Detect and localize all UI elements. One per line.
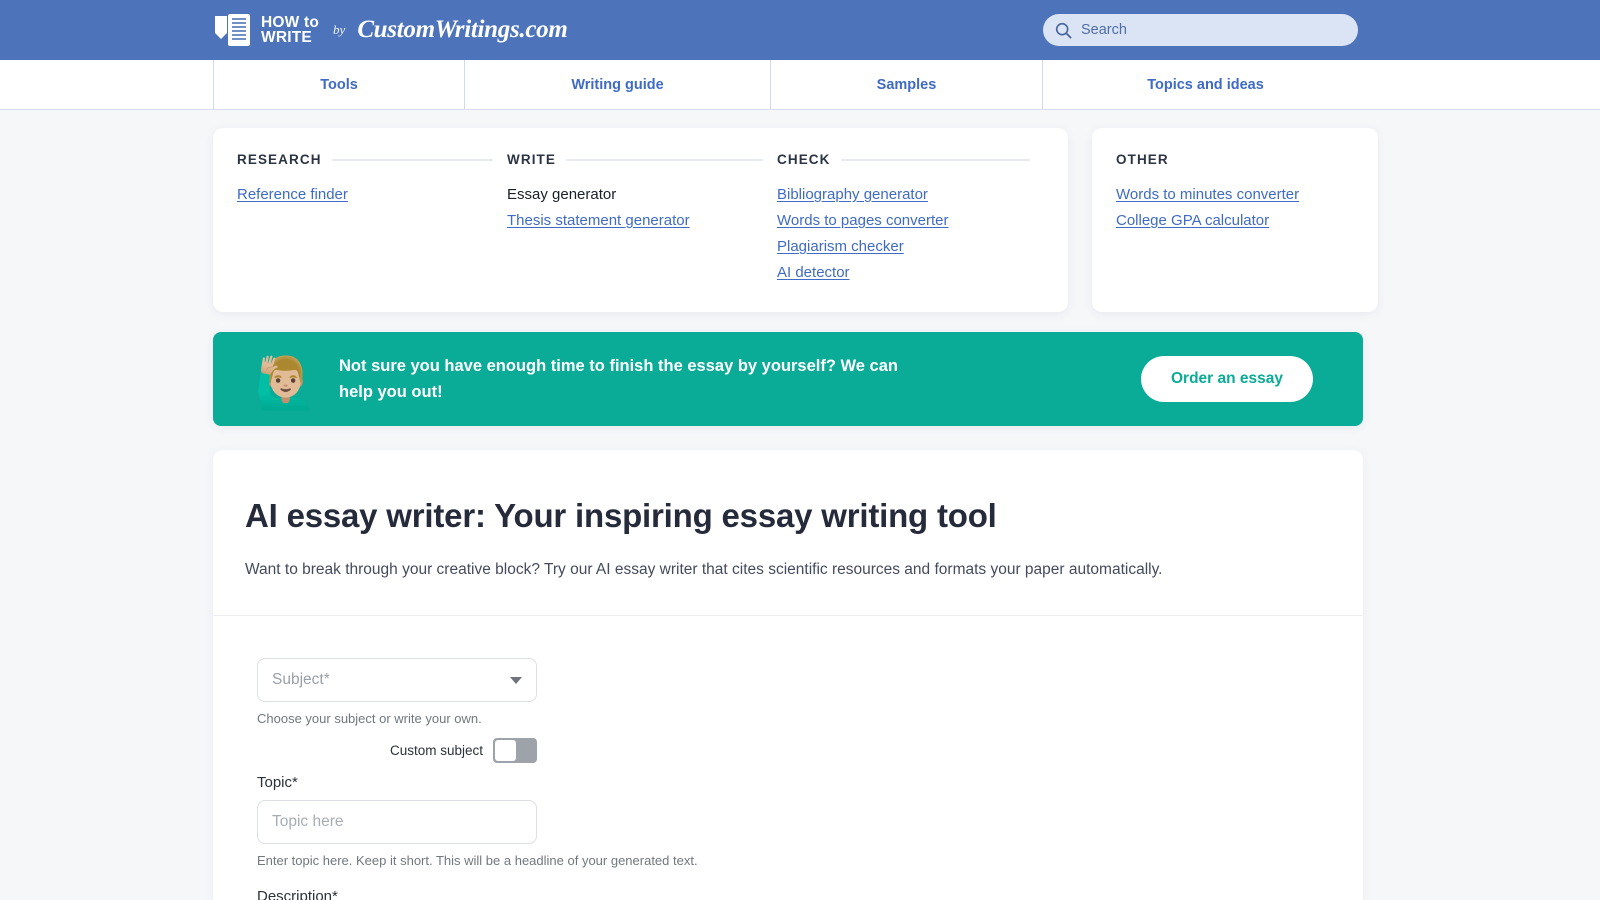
- menu-column-heading: WRITE: [507, 152, 763, 167]
- order-an-essay-button[interactable]: Order an essay: [1141, 356, 1313, 402]
- primary-nav: Tools Writing guide Samples Topics and i…: [0, 60, 1600, 110]
- heading-rule: [841, 159, 1030, 161]
- logo-by-text: by: [333, 22, 345, 38]
- menu-column-heading: OTHER: [1116, 152, 1354, 167]
- topic-label: Topic*: [257, 774, 1331, 791]
- logo-line-2: WRITE: [261, 30, 319, 45]
- logo-line-1: HOW to: [261, 15, 319, 30]
- document-icon: [213, 13, 255, 47]
- menu-link-words-to-minutes-converter[interactable]: Words to minutes converter: [1116, 182, 1354, 208]
- tab-writing-guide[interactable]: Writing guide: [464, 60, 770, 109]
- menu-column-heading: CHECK: [777, 152, 1030, 167]
- logo-site-name: CustomWritings.com: [357, 16, 567, 44]
- menu-link-bibliography-generator[interactable]: Bibliography generator: [777, 182, 1030, 208]
- subject-select-value: Subject*: [272, 671, 510, 689]
- subject-hint: Choose your subject or write your own.: [257, 711, 1331, 726]
- menu-column-heading: RESEARCH: [237, 152, 493, 167]
- site-header: HOW to WRITE by CustomWritings.com: [0, 0, 1600, 60]
- menu-link-ai-detector[interactable]: AI detector: [777, 260, 1030, 286]
- menu-column-title: RESEARCH: [237, 152, 322, 167]
- menu-card-primary: RESEARCH Reference finder WRITE Essay ge…: [213, 128, 1068, 312]
- menu-link-essay-generator: Essay generator: [507, 182, 763, 208]
- tab-samples[interactable]: Samples: [770, 60, 1042, 109]
- topic-input[interactable]: [257, 800, 537, 844]
- subject-select[interactable]: Subject*: [257, 658, 537, 702]
- nav-spacer-right: [1368, 60, 1600, 109]
- chevron-down-icon: [510, 677, 522, 684]
- tab-topics-and-ideas[interactable]: Topics and ideas: [1042, 60, 1368, 109]
- heading-rule: [566, 159, 763, 161]
- menu-column-research: RESEARCH Reference finder: [237, 152, 507, 286]
- menu-link-plagiarism-checker[interactable]: Plagiarism checker: [777, 234, 1030, 260]
- main-header: AI essay writer: Your inspiring essay wr…: [213, 450, 1363, 615]
- description-label: Description*: [257, 888, 1331, 900]
- menu-link-reference-finder[interactable]: Reference finder: [237, 182, 493, 208]
- tab-tools[interactable]: Tools: [213, 60, 464, 109]
- search-icon: [1055, 22, 1072, 39]
- main-content-card: AI essay writer: Your inspiring essay wr…: [213, 450, 1363, 900]
- menu-column-check: CHECK Bibliography generator Words to pa…: [777, 152, 1044, 286]
- search-bar[interactable]: [1043, 14, 1358, 46]
- topic-hint: Enter topic here. Keep it short. This wi…: [257, 853, 1331, 868]
- heading-rule: [332, 159, 493, 161]
- toggle-knob: [495, 740, 516, 761]
- menu-card-other: OTHER Words to minutes converter College…: [1092, 128, 1378, 312]
- page-title: AI essay writer: Your inspiring essay wr…: [245, 497, 1331, 535]
- custom-subject-row: Custom subject: [257, 738, 537, 763]
- promo-message: Not sure you have enough time to finish …: [339, 353, 919, 405]
- search-input[interactable]: [1081, 22, 1346, 38]
- essay-generator-form: Subject* Choose your subject or write yo…: [213, 616, 1363, 900]
- tools-mega-menu: RESEARCH Reference finder WRITE Essay ge…: [0, 110, 1600, 312]
- menu-column-title: CHECK: [777, 152, 831, 167]
- man-raising-hand-emoji: 🙋🏼‍♂️: [243, 358, 329, 408]
- menu-link-words-to-pages-converter[interactable]: Words to pages converter: [777, 208, 1030, 234]
- menu-column-title: WRITE: [507, 152, 556, 167]
- custom-subject-label: Custom subject: [390, 743, 483, 758]
- site-logo[interactable]: HOW to WRITE by CustomWritings.com: [213, 13, 567, 47]
- promo-banner: 🙋🏼‍♂️ Not sure you have enough time to f…: [213, 332, 1363, 426]
- menu-column-write: WRITE Essay generator Thesis statement g…: [507, 152, 777, 286]
- page-subtitle: Want to break through your creative bloc…: [245, 559, 1331, 581]
- nav-spacer-left: [0, 60, 213, 109]
- menu-link-thesis-statement-generator[interactable]: Thesis statement generator: [507, 208, 763, 234]
- menu-column-title: OTHER: [1116, 152, 1169, 167]
- logo-mark: HOW to WRITE: [213, 13, 319, 47]
- menu-link-college-gpa-calculator[interactable]: College GPA calculator: [1116, 208, 1354, 234]
- custom-subject-toggle[interactable]: [493, 738, 537, 763]
